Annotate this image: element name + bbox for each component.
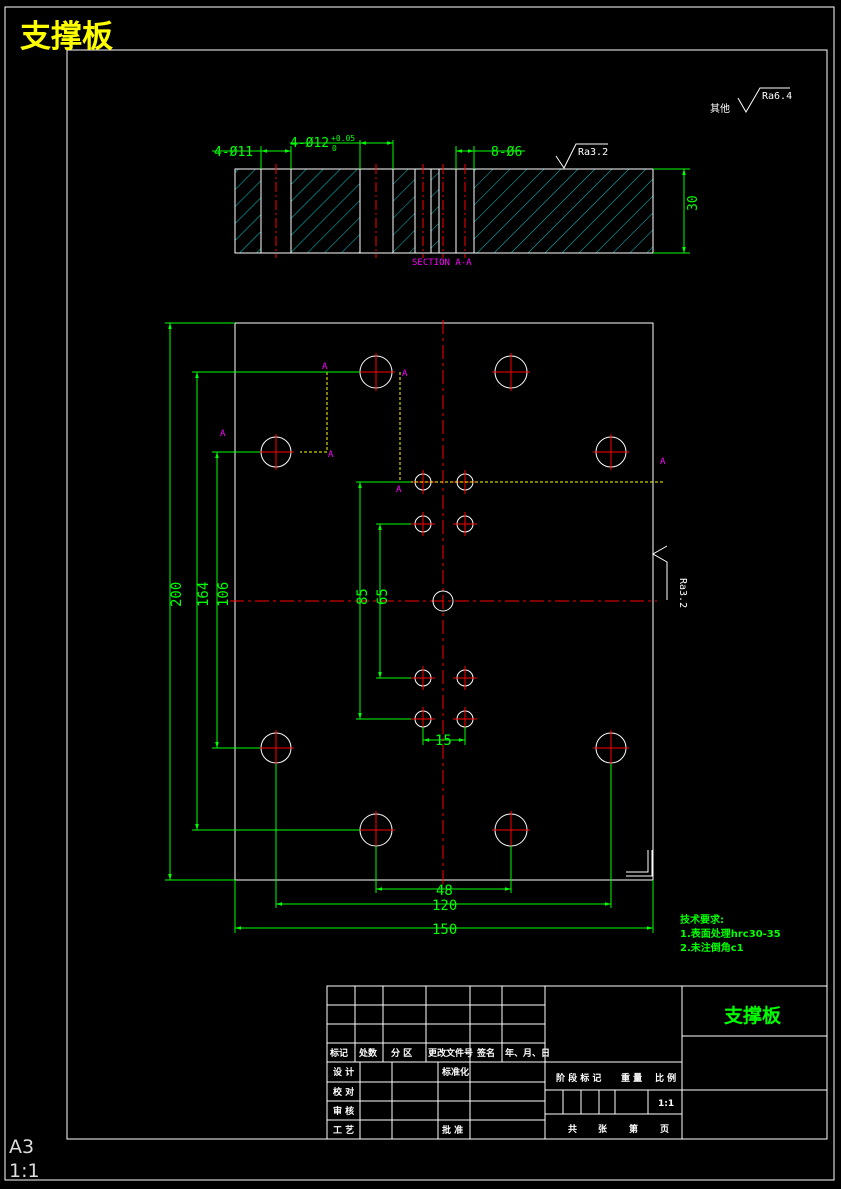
sheet-size: A3 xyxy=(9,1136,34,1158)
tb-ratio-value: 1:1 xyxy=(658,1099,674,1109)
tb-row-standard: 标准化 xyxy=(441,1066,469,1078)
dim-164: 164 xyxy=(196,582,212,607)
dim-holes-12-tolerance-upper: +0.05 xyxy=(331,134,355,143)
outer-border xyxy=(4,6,835,1181)
tb-page: 页 xyxy=(660,1124,669,1135)
notes-line-2: 2.未注倒角c1 xyxy=(680,941,744,954)
section-view: 4-Ø11 4-Ø12 +0.05 0 8-Ø6 30 Ra3.2 SECTIO… xyxy=(212,134,701,268)
dim-150: 150 xyxy=(432,922,457,938)
roughness-other-value: Ra6.4 xyxy=(762,91,792,102)
tb-row-approve: 批 准 xyxy=(442,1124,463,1136)
tb-row-review: 审 核 xyxy=(333,1105,354,1117)
notes-line-1: 1.表面处理hrc30-35 xyxy=(680,927,781,940)
tb-header-zone: 分 区 xyxy=(391,1047,412,1059)
dim-120: 120 xyxy=(432,898,457,914)
section-marker-a: A xyxy=(220,429,226,439)
section-marker-a: A xyxy=(396,485,402,495)
technical-notes: 技术要求: 1.表面处理hrc30-35 2.未注倒角c1 xyxy=(680,913,781,954)
corner-mark xyxy=(626,850,649,873)
section-marker-a: A xyxy=(328,450,334,460)
tb-header-docno: 更改文件号 xyxy=(428,1047,473,1059)
dim-15: 15 xyxy=(435,733,452,749)
tb-sheets: 张 xyxy=(598,1123,608,1135)
roughness-top-value: Ra3.2 xyxy=(578,147,608,158)
drawing-canvas: 支撑板 A3 1:1 其他 Ra6.4 4-Ø11 4-Ø12 +0.05 0 … xyxy=(4,6,835,1182)
dim-65: 65 xyxy=(375,588,391,605)
dim-106: 106 xyxy=(216,582,232,607)
dim-holes-6: 8-Ø6 xyxy=(491,145,522,160)
dim-holes-12: 4-Ø12 xyxy=(290,136,329,151)
tb-row-check: 校 对 xyxy=(333,1086,354,1098)
roughness-side-value: Ra3.2 xyxy=(677,578,688,608)
tb-header-date: 年、月、日 xyxy=(505,1047,550,1059)
section-label: SECTION A-A xyxy=(412,258,472,268)
tb-header-mark: 标记 xyxy=(329,1047,348,1059)
dim-48: 48 xyxy=(436,883,453,899)
tb-page-no: 第 xyxy=(629,1123,638,1135)
section-marker-a: A xyxy=(322,362,328,372)
tb-total: 共 xyxy=(568,1123,577,1135)
tb-weight: 重 量 xyxy=(621,1072,642,1084)
dim-holes-11: 4-Ø11 xyxy=(214,145,253,160)
tb-ratio-label: 比 例 xyxy=(655,1072,676,1084)
roughness-other-label: 其他 xyxy=(710,102,730,115)
tb-row-process: 工 艺 xyxy=(333,1124,354,1136)
section-marker-a: A xyxy=(402,369,408,379)
section-cut-path xyxy=(300,372,328,453)
plan-view: A A A A A A 200 164 106 85 65 15 48 120 … xyxy=(165,320,688,938)
tb-stage-mark: 阶 段 标 记 xyxy=(556,1072,601,1084)
dim-85: 85 xyxy=(355,588,371,605)
roughness-side-symbol xyxy=(651,545,668,600)
dim-holes-12-tolerance-lower: 0 xyxy=(332,144,337,153)
tb-header-count: 处数 xyxy=(358,1047,378,1059)
roughness-other-symbol: 其他 Ra6.4 xyxy=(710,87,792,115)
dim-200: 200 xyxy=(169,582,185,607)
notes-heading: 技术要求: xyxy=(680,913,724,926)
drawing-title: 支撑板 xyxy=(20,19,113,55)
title-block-part-name: 支撑板 xyxy=(723,1004,782,1027)
sheet-scale: 1:1 xyxy=(9,1160,40,1182)
tb-row-design: 设 计 xyxy=(333,1066,354,1078)
dim-thickness: 30 xyxy=(686,195,701,211)
tb-header-sign: 签名 xyxy=(476,1047,495,1059)
section-marker-a: A xyxy=(660,457,666,467)
